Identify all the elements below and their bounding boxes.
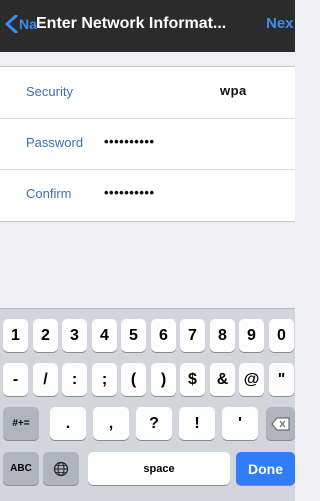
- globe-key[interactable]: [43, 452, 79, 485]
- back-button[interactable]: Na: [4, 12, 37, 36]
- key-hyphen[interactable]: -: [3, 363, 28, 396]
- key-0[interactable]: 0: [269, 319, 294, 352]
- password-label: Password: [26, 135, 84, 150]
- key-question[interactable]: ?: [136, 407, 172, 440]
- backspace-icon: [270, 416, 290, 431]
- key-8[interactable]: 8: [210, 319, 235, 352]
- key-abc[interactable]: ABC: [3, 452, 39, 485]
- key-open-paren[interactable]: (: [121, 363, 146, 396]
- key-6[interactable]: 6: [151, 319, 176, 352]
- navigation-bar: Na Enter Network Informat... Nex: [0, 0, 295, 52]
- back-label: Na: [19, 16, 37, 32]
- space-key[interactable]: space: [88, 452, 230, 485]
- password-row: Password ••••••••••: [0, 118, 295, 169]
- security-row[interactable]: Security wpa: [0, 67, 295, 118]
- key-more-symbols[interactable]: #+=: [3, 407, 39, 440]
- key-dollar[interactable]: $: [180, 363, 205, 396]
- key-9[interactable]: 9: [239, 319, 264, 352]
- security-value: wpa: [220, 83, 247, 98]
- delete-key[interactable]: [266, 407, 295, 440]
- key-5[interactable]: 5: [121, 319, 146, 352]
- key-semicolon[interactable]: ;: [92, 363, 117, 396]
- key-4[interactable]: 4: [92, 319, 117, 352]
- key-comma[interactable]: ,: [93, 407, 129, 440]
- key-1[interactable]: 1: [3, 319, 28, 352]
- key-apostrophe[interactable]: ': [222, 407, 258, 440]
- key-close-paren[interactable]: ): [151, 363, 176, 396]
- key-3[interactable]: 3: [62, 319, 87, 352]
- key-colon[interactable]: :: [62, 363, 87, 396]
- confirm-row: Confirm ••••••••••: [0, 169, 295, 220]
- globe-icon: [53, 461, 69, 476]
- key-ampersand[interactable]: &: [210, 363, 235, 396]
- key-2[interactable]: 2: [33, 319, 58, 352]
- chevron-left-icon: [5, 15, 18, 33]
- page-title: Enter Network Informat...: [36, 15, 227, 32]
- password-field[interactable]: ••••••••••: [104, 134, 155, 149]
- confirm-label: Confirm: [26, 186, 72, 201]
- network-form: Security wpa Password •••••••••• Confirm…: [0, 66, 295, 222]
- key-7[interactable]: 7: [180, 319, 205, 352]
- key-exclamation[interactable]: !: [179, 407, 215, 440]
- next-button[interactable]: Nex: [266, 15, 294, 32]
- key-slash[interactable]: /: [33, 363, 58, 396]
- keyboard: 1 2 3 4 5 6 7 8 9 0 - / : ; ( ) $ & @ " …: [0, 308, 295, 501]
- key-quote[interactable]: ": [269, 363, 294, 396]
- security-label: Security: [26, 84, 73, 99]
- confirm-password-field[interactable]: ••••••••••: [104, 185, 155, 200]
- key-at[interactable]: @: [239, 363, 264, 396]
- done-button[interactable]: Done: [236, 452, 295, 485]
- key-period[interactable]: .: [50, 407, 86, 440]
